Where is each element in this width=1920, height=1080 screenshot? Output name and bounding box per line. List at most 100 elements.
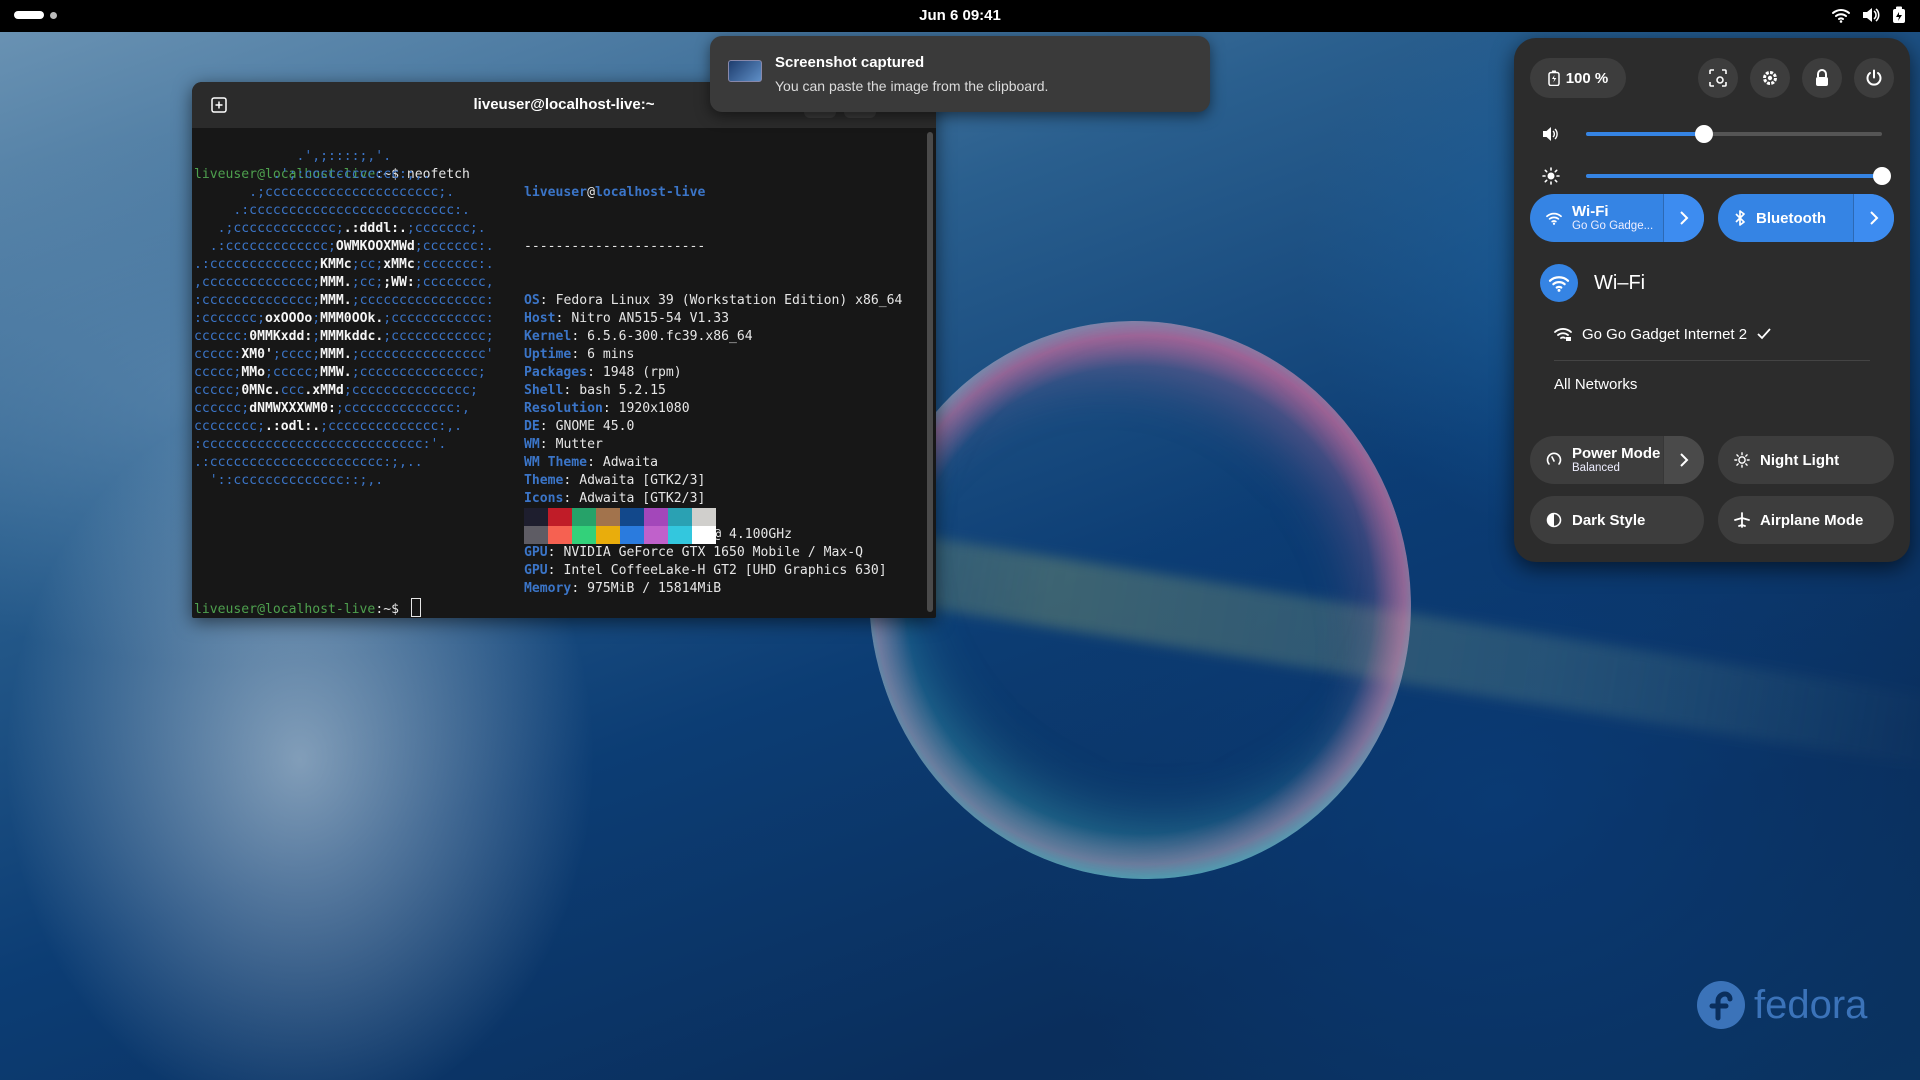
ascii-logo-segment: cccccc;	[194, 401, 250, 416]
ascii-logo-segment: .;ccccccccccccc;	[194, 221, 344, 236]
ascii-logo-segment: ;cccccccccccc:	[383, 311, 494, 326]
fedora-logo-text: fedora	[1754, 982, 1868, 1027]
info-line: Icons: Adwaita [GTK2/3]	[524, 490, 902, 508]
ascii-logo-segment: MMM.	[320, 293, 352, 308]
wifi-icon	[1548, 276, 1570, 292]
dark-style-toggle-main[interactable]: Dark Style	[1530, 496, 1704, 544]
info-key: WM	[524, 437, 540, 452]
ascii-logo-segment: ;ccccccc:.	[414, 257, 494, 272]
system-tray[interactable]	[1832, 6, 1906, 24]
volume-track[interactable]	[1586, 125, 1882, 143]
power-button[interactable]	[1854, 58, 1894, 98]
wifi-menu-arrow[interactable]	[1663, 194, 1704, 242]
power-mode-title: Power Mode	[1572, 445, 1661, 462]
info-colon: :	[539, 437, 556, 452]
brightness-slider[interactable]	[1542, 166, 1891, 186]
info-line: Shell: bash 5.2.15	[524, 382, 902, 400]
ascii-logo-line: .:cccccccccccccccccccccccccc:.	[194, 202, 494, 220]
palette-swatch	[524, 508, 548, 526]
info-value: 6.5.6-300.fc39.x86_64	[587, 329, 753, 344]
airplane-mode-toggle[interactable]: Airplane Mode	[1718, 496, 1894, 544]
divider	[1554, 360, 1870, 361]
settings-button[interactable]	[1750, 58, 1790, 98]
network-item[interactable]: Go Go Gadget Internet 2	[1554, 320, 1874, 348]
palette-swatch	[620, 526, 644, 544]
volume-slider[interactable]	[1542, 124, 1882, 144]
terminal-output[interactable]: liveuser@localhost-live:~$ neofetch .',;…	[194, 130, 914, 617]
ascii-logo-line: ccccc:XM0';cccc;MMM.;cccccccccccccccc'	[194, 346, 494, 364]
ascii-logo-segment: ;cccccccccccccc:,	[335, 401, 470, 416]
power-mode-toggle-main[interactable]: Power Mode Balanced	[1530, 436, 1663, 484]
prompt-suffix: :~$	[375, 602, 407, 617]
palette-swatch	[620, 508, 644, 526]
all-networks-button[interactable]: All Networks	[1554, 376, 1637, 393]
ascii-logo-segment: .:odl:.	[264, 419, 321, 434]
clock[interactable]: Jun 6 09:41	[0, 7, 1920, 24]
ascii-logo-segment: dNMWXXXWM0:	[249, 401, 336, 416]
ascii-logo-line: .;cccccccccccccccccccccc;.	[194, 184, 494, 202]
ascii-logo-segment: MMM.	[320, 347, 352, 362]
night-light-toggle[interactable]: Night Light	[1718, 436, 1894, 484]
bluetooth-toggle[interactable]: Bluetooth	[1718, 194, 1894, 242]
ascii-logo-segment: ;ccccccc;.	[406, 221, 486, 236]
ascii-logo-segment: 0MNc.	[241, 383, 281, 398]
airplane-mode-toggle-main[interactable]: Airplane Mode	[1718, 496, 1894, 544]
volume-handle[interactable]	[1695, 125, 1714, 143]
palette-swatch	[596, 508, 620, 526]
bluetooth-toggle-main[interactable]: Bluetooth	[1718, 194, 1853, 242]
info-key: WM Theme	[524, 455, 588, 470]
terminal-window[interactable]: liveuser@localhost-live:~ liveuser@local…	[192, 82, 936, 618]
terminal-scrollbar[interactable]	[927, 132, 933, 612]
night-light-toggle-main[interactable]: Night Light	[1718, 436, 1894, 484]
power-mode-arrow[interactable]	[1663, 436, 1704, 484]
info-key: Kernel	[524, 329, 572, 344]
ascii-logo-segment: .;cccccccccccccccccccccc;.	[194, 185, 455, 200]
info-colon: :	[539, 293, 556, 308]
power-mode-subtitle: Balanced	[1572, 462, 1620, 474]
bluetooth-toggle-title: Bluetooth	[1756, 209, 1826, 227]
chevron-right-icon	[1680, 211, 1689, 225]
palette-swatch	[596, 526, 620, 544]
screenshot-notification[interactable]: Screenshot captured You can paste the im…	[710, 36, 1210, 112]
screenshot-thumbnail	[728, 60, 762, 82]
ascii-logo-segment: .:ccccccccccccc;	[194, 239, 336, 254]
screenshot-button[interactable]	[1698, 58, 1738, 98]
color-palette	[524, 508, 716, 544]
info-header-at: @	[587, 185, 595, 200]
ascii-logo-segment: MMM0OOk.	[320, 311, 384, 326]
ascii-logo-segment: MMW.	[320, 365, 352, 380]
ascii-logo-segment: ;cc;	[351, 275, 384, 290]
ascii-logo-segment: 0MMKxdd:	[249, 329, 313, 344]
volume-fill	[1586, 132, 1705, 136]
dark-style-toggle[interactable]: Dark Style	[1530, 496, 1704, 544]
info-key: Icons	[524, 491, 564, 506]
ascii-logo-line: cccccccc;.:odl:.;cccccccccccccc:,.	[194, 418, 494, 436]
brightness-handle[interactable]	[1873, 167, 1891, 185]
wifi-toggle[interactable]: Wi-Fi Go Go Gadge...	[1530, 194, 1704, 242]
power-mode-icon	[1546, 452, 1562, 465]
info-line: Packages: 1948 (rpm)	[524, 364, 902, 382]
notification-body: You can paste the image from the clipboa…	[775, 78, 1049, 94]
palette-swatch	[548, 508, 572, 526]
ascii-logo-segment: ;ccccccccccccccc;	[351, 365, 486, 380]
bluetooth-icon	[1735, 210, 1745, 226]
info-value: NVIDIA GeForce GTX 1650 Mobile / Max-Q	[563, 545, 863, 560]
ascii-logo-segment: .:dddl:.	[343, 221, 407, 236]
info-value: Nitro AN515-54 V1.33	[571, 311, 729, 326]
ascii-logo-line: :cccccccccccccc;MMM.;cccccccccccccccc:	[194, 292, 494, 310]
lock-button[interactable]	[1802, 58, 1842, 98]
wifi-toggle-main[interactable]: Wi-Fi Go Go Gadge...	[1530, 194, 1663, 242]
ascii-logo-line: ,cccccccccccccc;MMM.;cc;;WW:;cccccccc,	[194, 274, 494, 292]
ascii-logo-line: :ccccccc;oxOOOo;MMM0OOk.;cccccccccccc:	[194, 310, 494, 328]
battery-icon	[1547, 70, 1560, 86]
terminal-cursor	[410, 598, 421, 617]
info-line: Uptime: 6 mins	[524, 346, 902, 364]
battery-button[interactable]: 100 %	[1530, 58, 1626, 98]
bluetooth-menu-arrow[interactable]	[1853, 194, 1894, 242]
top-bar: Jun 6 09:41	[0, 0, 1920, 32]
power-mode-toggle[interactable]: Power Mode Balanced	[1530, 436, 1704, 484]
info-line: Theme: Adwaita [GTK2/3]	[524, 472, 902, 490]
brightness-track[interactable]	[1586, 167, 1891, 185]
ascii-logo-segment: ccccc;	[194, 365, 242, 380]
info-colon: :	[587, 455, 603, 470]
